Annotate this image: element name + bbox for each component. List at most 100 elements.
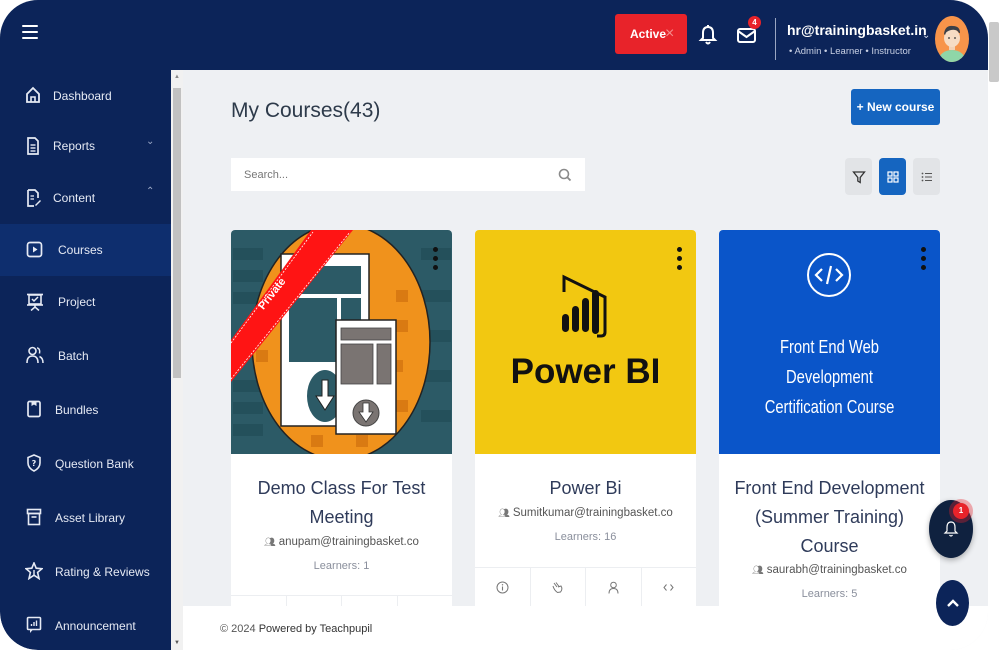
embed-button[interactable] bbox=[642, 568, 697, 607]
user-icon bbox=[608, 581, 619, 594]
more-options-icon[interactable] bbox=[921, 247, 927, 273]
footer: © 2024 Powered by Teachpupil bbox=[183, 606, 988, 650]
course-title[interactable]: Front End Development (Summer Training) … bbox=[729, 474, 930, 561]
sidebar-item-batch[interactable]: Batch bbox=[0, 330, 171, 382]
copyright: © 2024 bbox=[220, 623, 256, 635]
sidebar-item-label: Question Bank bbox=[55, 457, 134, 471]
grid-icon bbox=[886, 170, 899, 183]
new-course-button[interactable]: + New course bbox=[851, 89, 940, 125]
archive-icon bbox=[26, 508, 42, 526]
course-learners: Learners: 5 bbox=[801, 588, 858, 600]
document-download-illustration-icon bbox=[231, 230, 452, 454]
thumbnail-title-line1: Front End Web Development bbox=[779, 337, 879, 387]
course-thumbnail[interactable]: Power BI bbox=[475, 230, 696, 454]
sidebar-item-project[interactable]: Project bbox=[0, 276, 171, 328]
app-frame: Active × 4 hr@trainingbasket.in • Admin … bbox=[0, 0, 988, 650]
close-icon[interactable]: × bbox=[665, 25, 674, 43]
sidebar-item-label: Courses bbox=[58, 243, 103, 257]
users-icon: 👥︎ bbox=[752, 565, 764, 575]
course-actions bbox=[475, 567, 696, 607]
course-author-email: Sumitkumar@trainingbasket.co bbox=[512, 507, 673, 519]
sidebar-item-question-bank[interactable]: ? Question Bank bbox=[0, 438, 171, 490]
footer-text: © 2024 Powered by Teachpupil bbox=[220, 623, 372, 635]
list-icon bbox=[921, 172, 932, 181]
search-field[interactable] bbox=[231, 158, 585, 191]
mail-badge: 4 bbox=[748, 16, 761, 29]
code-circle-icon bbox=[807, 253, 851, 297]
search-input[interactable] bbox=[231, 158, 551, 191]
more-options-icon[interactable] bbox=[433, 247, 439, 273]
grid-view-button[interactable] bbox=[879, 158, 906, 195]
sidebar-item-label: Reports bbox=[53, 139, 96, 153]
info-icon bbox=[496, 581, 509, 594]
sidebar-item-content[interactable]: Content ⌃ bbox=[0, 172, 171, 224]
bell-icon[interactable] bbox=[698, 24, 718, 46]
hand-pointer-icon bbox=[552, 582, 563, 594]
sidebar-item-label: Content bbox=[53, 191, 96, 205]
page-title: My Courses(43) bbox=[231, 99, 381, 122]
course-title[interactable]: Power Bi bbox=[485, 474, 686, 503]
report-icon bbox=[27, 137, 39, 155]
sidebar-item-label: Batch bbox=[58, 349, 89, 363]
filter-button[interactable] bbox=[845, 158, 872, 195]
sidebar-item-label: Project bbox=[58, 295, 96, 309]
course-thumbnail[interactable]: Front End Web Development Certification … bbox=[719, 230, 940, 454]
course-thumbnail[interactable]: Private bbox=[231, 230, 452, 454]
course-card[interactable]: Front End Web Development Certification … bbox=[719, 230, 940, 650]
header-divider bbox=[775, 18, 776, 60]
bookmark-icon bbox=[27, 400, 41, 418]
sidebar-item-label: Announcement bbox=[55, 619, 136, 633]
users-icon: 👥︎ bbox=[264, 537, 276, 547]
sidebar-item-rating-reviews[interactable]: Rating & Reviews bbox=[0, 546, 171, 598]
filter-icon bbox=[851, 170, 866, 184]
thumbnail-title: Front End Web Development Certification … bbox=[739, 332, 920, 422]
chevron-down-icon[interactable]: ⌄ bbox=[922, 30, 930, 41]
bell-icon bbox=[943, 521, 959, 537]
sidebar-item-announcement[interactable]: Announcement bbox=[0, 600, 171, 650]
edit-button[interactable] bbox=[531, 568, 586, 607]
sidebar-item-reports[interactable]: Reports ⌄ bbox=[0, 120, 171, 172]
sidebar-item-dashboard[interactable]: Dashboard bbox=[0, 70, 171, 122]
svg-text:?: ? bbox=[32, 459, 37, 468]
window-scrollbar[interactable] bbox=[988, 0, 1000, 650]
course-card[interactable]: Power BI Power Bi 👥︎ Sumitkumar@training… bbox=[475, 230, 696, 650]
power-bi-logo-icon bbox=[562, 274, 607, 338]
course-author: 👥︎ anupam@trainingbasket.co bbox=[231, 536, 452, 548]
status-active-button[interactable]: Active × bbox=[615, 14, 687, 54]
thumbnail-title-line2: Certification Course bbox=[764, 397, 895, 417]
course-title[interactable]: Demo Class For Test Meeting bbox=[241, 474, 442, 532]
status-label: Active bbox=[630, 27, 667, 41]
sidebar: Dashboard Reports ⌄ Content ⌃ Courses Pr… bbox=[0, 70, 171, 650]
chevron-down-icon: ⌄ bbox=[146, 136, 155, 147]
user-roles: • Admin • Learner • Instructor bbox=[789, 46, 911, 57]
scrollbar-thumb[interactable] bbox=[173, 88, 181, 378]
sidebar-item-asset-library[interactable]: Asset Library bbox=[0, 492, 171, 544]
avatar[interactable] bbox=[935, 16, 969, 62]
scroll-down-icon[interactable]: ▼ bbox=[174, 640, 180, 646]
home-icon bbox=[26, 86, 40, 103]
scroll-up-icon[interactable]: ▲ bbox=[174, 74, 180, 80]
course-author-email: saurabh@trainingbasket.co bbox=[766, 564, 907, 576]
users-icon: 👥︎ bbox=[498, 508, 510, 518]
powered-by: Powered by Teachpupil bbox=[258, 623, 373, 635]
main-scrollbar[interactable]: ▲ ▼ bbox=[171, 70, 183, 650]
window-scrollbar-thumb[interactable] bbox=[989, 22, 999, 82]
sidebar-item-courses[interactable]: Courses bbox=[0, 224, 171, 276]
info-button[interactable] bbox=[475, 568, 531, 607]
scroll-to-top-button[interactable] bbox=[936, 580, 969, 626]
user-email[interactable]: hr@trainingbasket.in bbox=[787, 22, 927, 38]
content-icon bbox=[27, 189, 41, 207]
users-button[interactable] bbox=[586, 568, 642, 607]
sidebar-item-bundles[interactable]: Bundles bbox=[0, 384, 171, 436]
more-options-icon[interactable] bbox=[677, 247, 683, 273]
code-icon bbox=[663, 584, 674, 591]
course-card[interactable]: Private Demo Class For Test Meeting 👥︎ a… bbox=[231, 230, 452, 650]
sidebar-item-label: Dashboard bbox=[53, 89, 112, 103]
menu-toggle-icon[interactable] bbox=[22, 25, 38, 39]
chevron-up-icon bbox=[946, 599, 959, 607]
list-view-button[interactable] bbox=[913, 158, 940, 195]
search-icon[interactable] bbox=[558, 168, 572, 182]
thumbnail-title: Power BI bbox=[510, 352, 661, 391]
users-icon bbox=[26, 346, 44, 364]
course-author: 👥︎ saurabh@trainingbasket.co bbox=[719, 564, 940, 576]
